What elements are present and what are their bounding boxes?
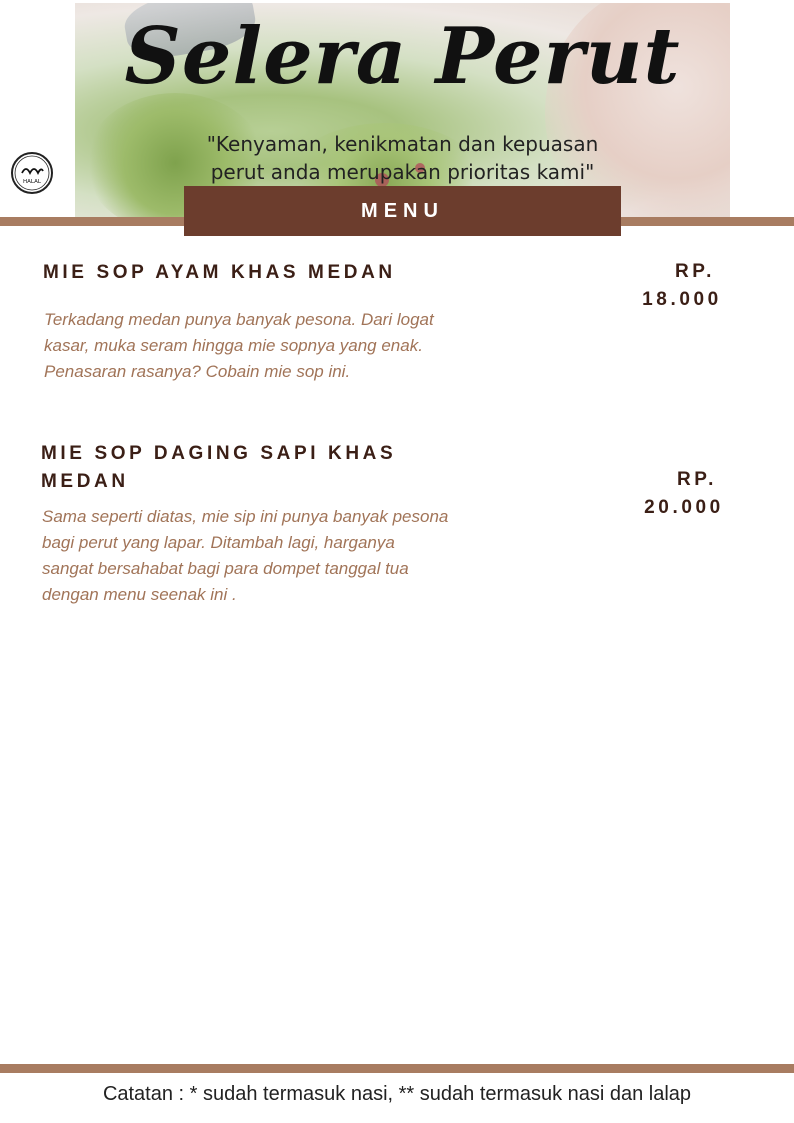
desc-line: Terkadang medan punya banyak pesona. Dar… [44,310,434,329]
title-line: MIE SOP DAGING SAPI KHAS [41,443,397,464]
desc-line: sangat bersahabat bagi para dompet tangg… [42,559,409,578]
item-title-mie-sop-daging: MIE SOP DAGING SAPI KHAS MEDAN [41,440,396,496]
desc-line: dengan menu seenak ini . [42,585,237,604]
price-currency: RP. [676,469,718,490]
tagline-line-2: perut anda merupakan prioritas kami" [210,160,595,184]
tagline: "Kenyaman, kenikmatan dan kepuasan perut… [75,130,730,186]
title-line: MEDAN [41,471,129,492]
footer-note: Catatan : * sudah termasuk nasi, ** suda… [102,1083,692,1105]
desc-line: Sama seperti diatas, mie sip ini punya b… [42,507,449,526]
desc-line: bagi perut yang lapar. Ditambah lagi, ha… [42,533,395,552]
bottom-divider-band [0,1064,794,1073]
desc-line: kasar, muka seram hingga mie sopnya yang… [44,336,423,355]
price-currency: RP. [674,261,716,282]
item-price-mie-sop-daging: RP. 20.000 [624,466,744,522]
price-amount: 18.000 [642,289,722,310]
logo-title: Selera Perut [124,11,681,102]
halal-logo-icon: HALAL [11,152,53,194]
desc-line: Penasaran rasanya? Cobain mie sop ini. [44,362,351,381]
menu-banner: MENU [184,186,621,236]
tagline-line-1: "Kenyaman, kenikmatan dan kepuasan [206,132,599,156]
item-desc-mie-sop-ayam: Terkadang medan punya banyak pesona. Dar… [44,307,434,385]
price-amount: 20.000 [644,497,724,518]
item-price-mie-sop-ayam: RP. 18.000 [622,258,742,314]
halal-label: HALAL [23,179,42,185]
item-title-mie-sop-ayam: MIE SOP AYAM KHAS MEDAN [43,262,396,283]
item-desc-mie-sop-daging: Sama seperti diatas, mie sip ini punya b… [42,504,448,608]
